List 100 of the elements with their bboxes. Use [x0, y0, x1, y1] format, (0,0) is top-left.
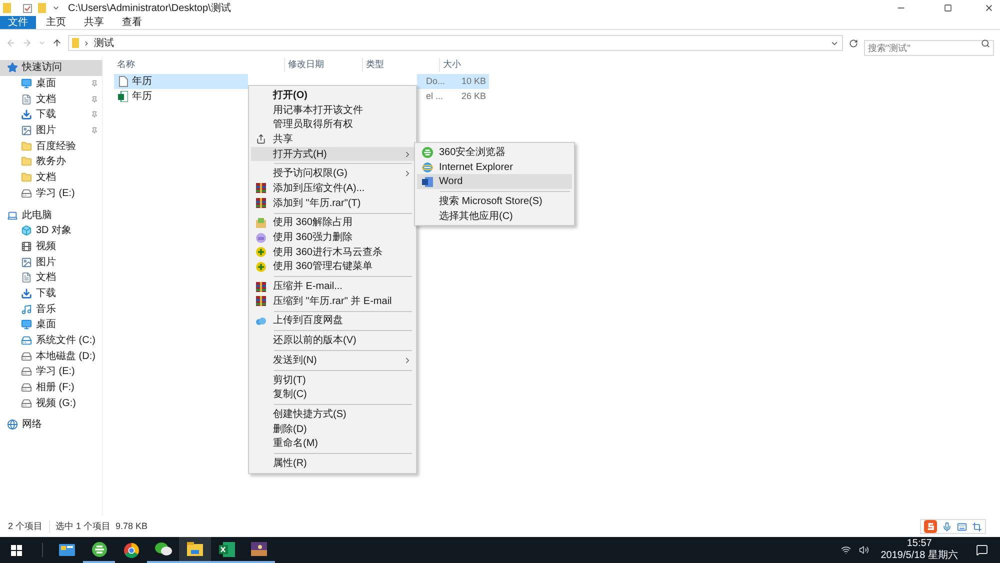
menu-item-label: 重命名(M)	[272, 436, 319, 452]
close-button[interactable]	[984, 3, 994, 13]
menu-item-label: 选择其他应用(C)	[438, 210, 514, 224]
menu-item[interactable]: 压缩到 "年历.rar" 并 E-mail	[251, 294, 414, 309]
volume-icon[interactable]	[858, 545, 869, 555]
sidebar-item[interactable]: 文档	[0, 170, 102, 186]
menu-item[interactable]: 属性(R)	[251, 456, 414, 471]
sidebar-item[interactable]: 网络	[0, 417, 102, 433]
menu-item[interactable]: 共享	[251, 132, 414, 147]
sidebar-item[interactable]: 桌面	[0, 76, 102, 92]
file-icon	[118, 76, 128, 87]
sidebar-item[interactable]: 下载	[0, 286, 102, 302]
keyboard-icon[interactable]	[957, 522, 967, 532]
download-icon	[21, 109, 32, 120]
menu-item[interactable]: 使用 360解除占用	[251, 216, 414, 230]
menu-item[interactable]: 还原以前的版本(V)	[251, 333, 414, 348]
menu-item[interactable]: 重命名(M)	[251, 436, 414, 452]
menu-item[interactable]: Internet Explorer	[417, 160, 572, 174]
ribbon-tab[interactable]: 文件	[0, 16, 36, 29]
ribbon-tab[interactable]: 共享	[76, 16, 112, 29]
refresh-button[interactable]	[849, 38, 858, 48]
sidebar-item[interactable]: 学习 (E:)	[0, 186, 102, 202]
globe-icon	[422, 162, 432, 173]
menu-item[interactable]: 添加到压缩文件(A)...	[251, 181, 414, 196]
up-button[interactable]	[52, 38, 62, 48]
ribbon-tab[interactable]: 查看	[114, 16, 150, 29]
network-icon[interactable]	[840, 545, 851, 555]
checklist-icon	[23, 4, 32, 12]
file-row[interactable]: 年历	[114, 89, 248, 104]
file-row[interactable]: 年历	[114, 74, 248, 89]
sidebar-item[interactable]: 音乐	[0, 301, 102, 317]
document-icon	[21, 94, 32, 105]
ribbon-tab[interactable]: 主页	[38, 16, 74, 29]
column-header[interactable]: 大小	[439, 58, 489, 72]
chat-bubbles-icon	[154, 542, 172, 556]
spreadsheet-file-icon	[118, 91, 128, 102]
sidebar-item[interactable]: 本地磁盘 (D:)	[0, 348, 102, 364]
network-icon	[7, 419, 18, 430]
taskbar-app[interactable]	[179, 537, 211, 563]
sidebar-item[interactable]: 下载	[0, 107, 102, 123]
sidebar-item[interactable]: 图片	[0, 254, 102, 270]
sidebar-item[interactable]: 文档	[0, 91, 102, 108]
menu-item[interactable]: 打开方式(H)	[251, 146, 414, 162]
sidebar-item[interactable]: 教务办	[0, 154, 102, 170]
input-method-icon[interactable]	[924, 520, 937, 533]
menu-item[interactable]: 上传到百度网盘	[251, 314, 414, 328]
menu-item[interactable]: 用记事本打开该文件	[251, 102, 414, 118]
menu-item-label: 创建快捷方式(S)	[272, 408, 348, 422]
menu-item[interactable]: 使用 360管理右键菜单	[251, 260, 414, 274]
menu-item[interactable]: 创建快捷方式(S)	[251, 407, 414, 422]
menu-item[interactable]: 使用 360强力删除	[251, 230, 414, 245]
microphone-icon[interactable]	[942, 522, 952, 532]
plus-badge-icon	[256, 247, 266, 258]
menu-item[interactable]: 发送到(N)	[251, 353, 414, 368]
dropdown-icon[interactable]	[52, 4, 60, 12]
clock[interactable]: 15:57 2019/5/18 星期六	[876, 538, 962, 562]
star-icon	[7, 62, 18, 74]
search-field[interactable]: 搜索"测试"	[864, 40, 994, 56]
menu-item[interactable]: 复制(C)	[251, 387, 414, 402]
sidebar-item[interactable]: 相册 (F:)	[0, 380, 102, 396]
file-row[interactable]: el ... 26 KB	[417, 89, 489, 104]
window-title: C:\Users\Administrator\Desktop\测试	[68, 2, 231, 16]
file-row[interactable]: Do... 10 KB	[417, 74, 489, 89]
menu-item[interactable]: 360安全浏览器	[417, 145, 572, 160]
sidebar-item[interactable]: 此电脑	[0, 207, 102, 223]
menu-item-label: 剪切(T)	[272, 374, 307, 388]
menu-item[interactable]: 压缩并 E-mail...	[251, 279, 414, 294]
column-header[interactable]: 类型	[362, 58, 439, 72]
notifications-icon[interactable]	[976, 544, 988, 556]
menu-item[interactable]: 搜索 Microsoft Store(S)	[417, 194, 572, 209]
sidebar-item[interactable]: 文档	[0, 270, 102, 286]
menu-item[interactable]: 添加到 "年历.rar"(T)	[251, 196, 414, 210]
sidebar-item[interactable]: 快速访问	[0, 60, 102, 76]
sidebar-item[interactable]: 学习 (E:)	[0, 364, 102, 380]
sidebar-item[interactable]: 视频	[0, 238, 102, 254]
menu-item[interactable]: 管理员取得所有权	[251, 117, 414, 132]
sidebar-item[interactable]: 百度经验	[0, 138, 102, 154]
menu-item[interactable]: Word	[417, 174, 572, 190]
menu-item[interactable]: 删除(D)	[251, 422, 414, 436]
sidebar-item[interactable]: 桌面	[0, 317, 102, 333]
menu-item[interactable]: 剪切(T)	[251, 372, 414, 388]
menu-item[interactable]: 打开(O)	[251, 88, 414, 103]
maximize-button[interactable]	[944, 4, 952, 12]
file-type: el ...	[426, 90, 444, 103]
sidebar-item[interactable]: 视频 (G:)	[0, 395, 102, 412]
menu-item[interactable]: 授予访问权限(G)	[251, 166, 414, 182]
sidebar-item[interactable]: 3D 对象	[0, 222, 102, 239]
crop-icon[interactable]	[972, 522, 982, 532]
browser-icon	[92, 542, 106, 556]
menu-item[interactable]: 使用 360进行木马云查杀	[251, 244, 414, 260]
sidebar-item[interactable]: 系统文件 (C:)	[0, 332, 102, 348]
column-header[interactable]: 修改日期	[284, 58, 362, 72]
sidebar-item[interactable]: 图片	[0, 122, 102, 138]
drive-icon	[21, 335, 32, 346]
column-header[interactable]: 名称	[114, 58, 284, 72]
windows-start-icon[interactable]	[11, 544, 22, 556]
download-icon	[21, 288, 32, 299]
menu-item[interactable]: 选择其他应用(C)	[417, 208, 572, 224]
cube-icon	[21, 225, 32, 236]
archive-icon	[256, 183, 266, 194]
